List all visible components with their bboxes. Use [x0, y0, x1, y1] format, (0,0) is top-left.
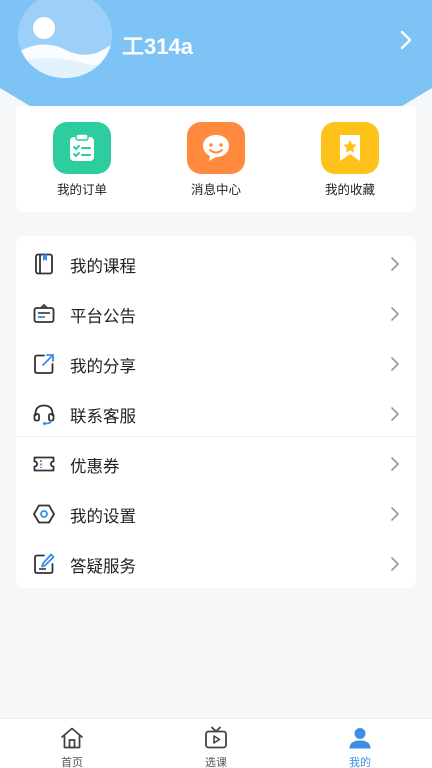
- avatar[interactable]: [18, 0, 112, 78]
- profile-header[interactable]: 工314a: [0, 0, 432, 106]
- quick-action-favorites[interactable]: 我的收藏: [300, 122, 400, 198]
- quick-actions-card: 我的订单 消息中心 我的收藏: [16, 106, 416, 212]
- menu-item-customer-service[interactable]: 联系客服: [16, 388, 416, 438]
- menu-item-label: 我的分享: [70, 357, 136, 376]
- tab-label: 我的: [349, 756, 371, 768]
- quick-action-label: 我的订单: [56, 182, 107, 197]
- chevron-right-icon: [391, 307, 399, 321]
- tab-home[interactable]: 首页: [42, 725, 102, 768]
- settings-hexagon-icon: [33, 504, 55, 524]
- menu-item-qa-service[interactable]: 答疑服务: [16, 538, 416, 588]
- menu-item-label: 我的设置: [70, 507, 136, 526]
- chevron-right-icon: [391, 357, 399, 371]
- notice-board-icon: [33, 304, 55, 323]
- edit-note-icon: [34, 553, 55, 574]
- menu-card: 我的课程 平台公告 我的分享 联系客服 优惠券 我的设置 答疑服务: [16, 236, 416, 588]
- chevron-right-icon: [391, 507, 399, 521]
- tab-label: 选课: [205, 756, 227, 768]
- quick-action-orders[interactable]: 我的订单: [32, 122, 132, 198]
- video-tv-icon: [205, 726, 227, 749]
- chat-smile-icon: [187, 122, 245, 174]
- book-icon: [35, 253, 53, 275]
- clipboard-check-icon: [53, 122, 111, 174]
- bookmark-star-icon: [321, 122, 379, 174]
- headset-icon: [33, 404, 55, 425]
- user-icon: [349, 728, 371, 749]
- menu-item-coupons[interactable]: 优惠券: [16, 438, 416, 488]
- menu-item-label: 联系客服: [70, 407, 136, 426]
- menu-item-label: 答疑服务: [70, 557, 136, 576]
- menu-divider: [16, 436, 416, 437]
- username: 工314a: [122, 34, 193, 59]
- menu-item-announcements[interactable]: 平台公告: [16, 288, 416, 338]
- chevron-right-icon[interactable]: [394, 28, 418, 52]
- ticket-icon: [33, 456, 55, 472]
- menu-item-share[interactable]: 我的分享: [16, 338, 416, 388]
- tab-mine[interactable]: 我的: [330, 725, 390, 768]
- chevron-right-icon: [391, 557, 399, 571]
- quick-action-messages[interactable]: 消息中心: [166, 122, 266, 198]
- menu-item-courses[interactable]: 我的课程: [16, 238, 416, 288]
- tab-courses[interactable]: 选课: [186, 725, 246, 768]
- tab-label: 首页: [61, 756, 83, 768]
- home-icon: [61, 727, 83, 749]
- chevron-right-icon: [391, 457, 399, 471]
- chevron-right-icon: [391, 257, 399, 271]
- menu-item-label: 我的课程: [70, 257, 136, 276]
- bottom-tab-bar: 首页 选课 我的: [0, 718, 432, 768]
- menu-item-label: 优惠券: [70, 457, 120, 476]
- chevron-right-icon: [391, 407, 399, 421]
- quick-action-label: 消息中心: [190, 182, 241, 197]
- avatar-placeholder-icon: [18, 0, 112, 78]
- quick-action-label: 我的收藏: [324, 182, 375, 197]
- share-icon: [34, 354, 54, 374]
- menu-item-settings[interactable]: 我的设置: [16, 488, 416, 538]
- menu-item-label: 平台公告: [70, 307, 136, 326]
